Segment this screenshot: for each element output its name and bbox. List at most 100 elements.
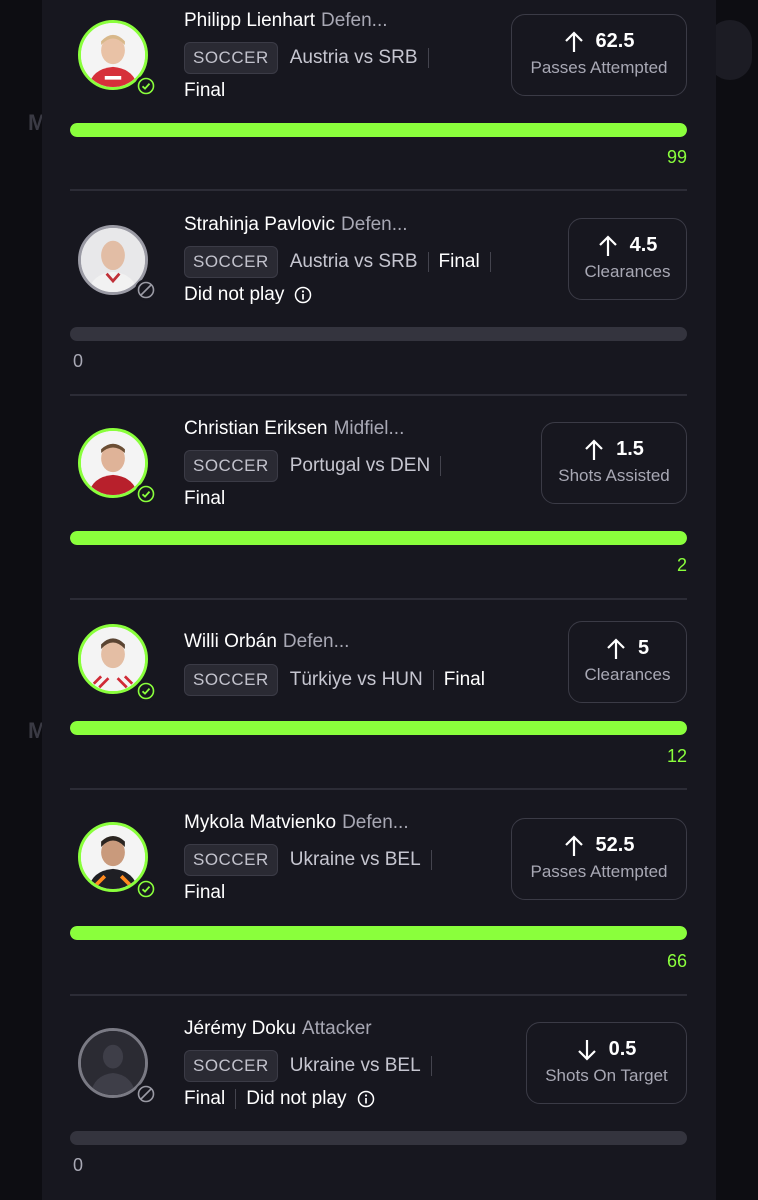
matchup: Ukraine vs BEL — [289, 849, 421, 870]
arrow-up-icon — [607, 637, 625, 659]
separator — [440, 456, 442, 476]
progress-fill — [70, 531, 687, 545]
game-status: Final — [184, 1088, 226, 1109]
player-position: Midfiel... — [333, 418, 405, 439]
separator — [427, 252, 429, 272]
player-name: Christian Eriksen — [184, 418, 328, 439]
sport-tag: SOCCER — [184, 450, 278, 482]
picks-sheet[interactable]: Philipp Lienhart Defen... SOCCER Austria … — [42, 0, 716, 1200]
stat-value: 4.5 — [629, 234, 658, 256]
stat-value: 1.5 — [616, 438, 644, 460]
check-badge-icon — [135, 75, 157, 97]
match-info: SOCCER Austria vs SRB Final — [184, 246, 501, 278]
progress-bar — [70, 123, 687, 137]
result-value: 66 — [666, 951, 687, 971]
player-name: Jérémy Doku — [184, 1018, 296, 1039]
arrow-up-icon — [598, 234, 617, 256]
player-card[interactable]: Jérémy Doku Attacker SOCCER Ukraine vs BE… — [42, 996, 716, 1200]
player-card[interactable]: Mykola Matvienko Defen... SOCCER Ukraine … — [42, 790, 716, 996]
player-photo-icon — [81, 23, 145, 87]
projection-box[interactable]: 4.5 Clearances — [568, 218, 687, 300]
check-badge-icon — [135, 878, 157, 900]
player-name: Mykola Matvienko — [184, 812, 337, 833]
player-photo-icon — [81, 627, 145, 691]
sport-tag: SOCCER — [184, 664, 278, 696]
sport-tag: SOCCER — [184, 1050, 278, 1082]
match-info: SOCCER Austria vs SRB — [184, 42, 439, 74]
not-played-badge-icon — [135, 279, 157, 301]
matchup: Austria vs SRB — [289, 47, 418, 68]
sport-tag: SOCCER — [184, 246, 278, 278]
status-row: Final Did not play — [184, 1088, 375, 1110]
player-position: Defen... — [320, 10, 388, 31]
player-name-row: Strahinja Pavlovic Defen... — [184, 214, 408, 236]
player-name: Philipp Lienhart — [184, 10, 315, 31]
progress-fill — [70, 123, 687, 137]
stat-value: 62.5 — [595, 30, 635, 52]
info-icon[interactable] — [294, 286, 312, 304]
player-card[interactable]: Willi Orbán Defen... SOCCER Türkiye vs HU… — [42, 600, 716, 790]
status-row: Did not play — [184, 284, 312, 306]
result-value: 2 — [676, 555, 687, 575]
player-photo-icon — [81, 228, 145, 292]
player-name-row: Willi Orbán Defen... — [184, 631, 349, 653]
projection-box[interactable]: 5 Clearances — [568, 621, 687, 703]
player-position: Defen... — [282, 631, 350, 652]
player-name-row: Philipp Lienhart Defen... — [184, 10, 388, 32]
matchup: Austria vs SRB — [289, 251, 418, 272]
progress-fill — [70, 926, 687, 940]
separator — [432, 670, 434, 690]
matchup: Ukraine vs BEL — [289, 1055, 421, 1076]
sport-tag: SOCCER — [184, 844, 278, 876]
result-value: 12 — [666, 746, 687, 766]
player-name: Strahinja Pavlovic — [184, 214, 336, 235]
projection-box[interactable]: 52.5 Passes Attempted — [511, 818, 687, 900]
background-left: M M — [0, 0, 46, 1200]
progress-bar — [70, 721, 687, 735]
arrow-up-icon — [585, 438, 603, 460]
did-not-play-label: Did not play — [184, 284, 285, 305]
check-badge-icon — [135, 483, 157, 505]
player-card[interactable]: Christian Eriksen Midfiel... SOCCER Portu… — [42, 396, 716, 600]
progress-fill — [70, 721, 687, 735]
projection-box[interactable]: 0.5 Shots On Target — [526, 1022, 687, 1104]
stat-label: Passes Attempted — [530, 862, 668, 881]
info-icon[interactable] — [357, 1090, 375, 1108]
progress-bar — [70, 926, 687, 940]
status-row: Final — [184, 882, 225, 904]
player-card[interactable]: Philipp Lienhart Defen... SOCCER Austria … — [42, 0, 716, 192]
player-placeholder-icon — [81, 1031, 145, 1095]
stat-value: 0.5 — [608, 1038, 637, 1060]
match-info: SOCCER Türkiye vs HUN Final — [184, 664, 485, 696]
player-name-row: Jérémy Doku Attacker — [184, 1018, 372, 1040]
result-value: 0 — [73, 1155, 84, 1175]
projection-box[interactable]: 62.5 Passes Attempted — [511, 14, 687, 96]
matchup: Portugal vs DEN — [289, 455, 431, 476]
arrow-up-icon — [564, 30, 583, 52]
separator — [427, 48, 429, 68]
game-status: Final — [438, 251, 480, 272]
arrow-up-icon — [564, 834, 583, 856]
player-position: Defen... — [342, 812, 409, 833]
player-photo-icon — [81, 825, 145, 889]
matchup: Türkiye vs HUN — [289, 669, 423, 690]
separator — [235, 1089, 237, 1109]
status-row: Final — [184, 80, 225, 102]
player-card[interactable]: Strahinja Pavlovic Defen... SOCCER Austri… — [42, 192, 716, 396]
background-right — [708, 0, 758, 1200]
stat-label: Clearances — [584, 665, 671, 684]
result-value: 99 — [666, 147, 687, 167]
check-badge-icon — [135, 680, 157, 702]
status-row: Final — [184, 488, 225, 510]
game-status: Final — [184, 882, 226, 903]
projection-box[interactable]: 1.5 Shots Assisted — [541, 422, 687, 504]
player-position: Defen... — [341, 214, 408, 235]
player-name: Willi Orbán — [184, 631, 277, 652]
progress-bar — [70, 1131, 687, 1145]
stat-label: Shots On Target — [545, 1066, 668, 1085]
did-not-play-label: Did not play — [246, 1088, 347, 1109]
game-status: Final — [184, 80, 226, 101]
stat-label: Clearances — [584, 262, 671, 281]
match-info: SOCCER Ukraine vs BEL — [184, 844, 442, 876]
stat-label: Shots Assisted — [558, 466, 670, 485]
